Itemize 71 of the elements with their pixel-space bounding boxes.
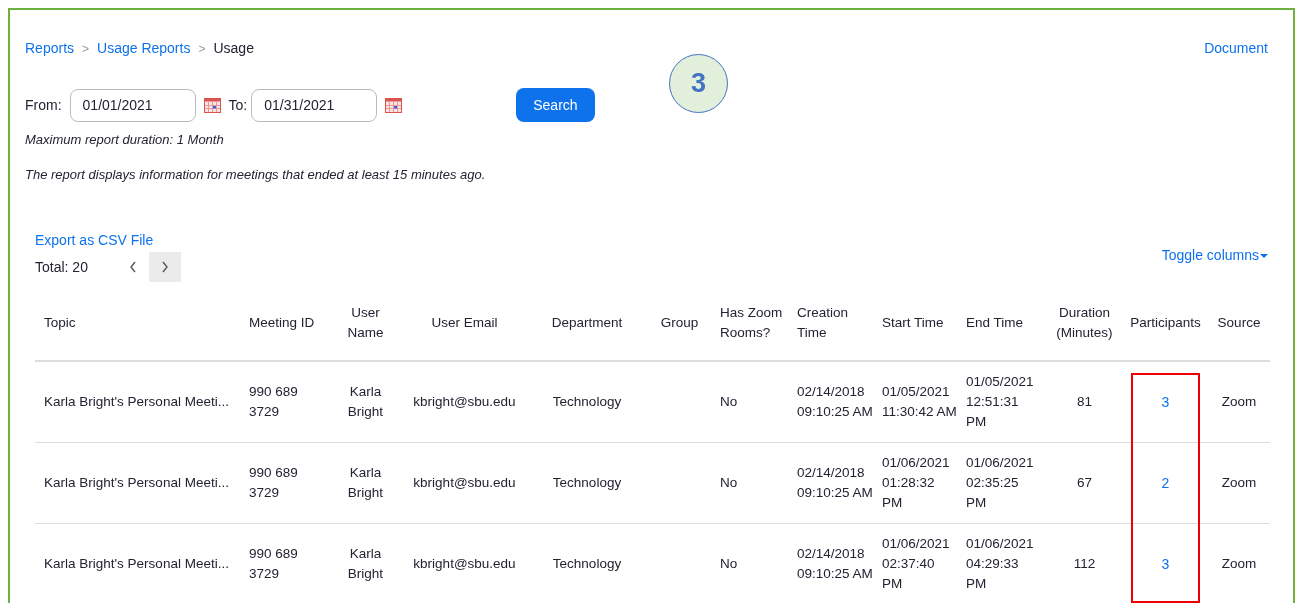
participants-link[interactable]: 3 xyxy=(1161,555,1170,572)
table-cell: No xyxy=(716,523,793,603)
participants-link[interactable]: 3 xyxy=(1161,393,1170,410)
table-cell: 01/06/2021 02:35:25 PM xyxy=(962,442,1046,524)
to-label: To: xyxy=(228,95,248,115)
table-cell: Karla Bright's Personal Meeti... xyxy=(35,361,245,443)
table-cell: 01/05/2021 12:51:31 PM xyxy=(962,361,1046,443)
breadcrumb-link[interactable]: Reports xyxy=(25,38,75,59)
column-header: User Name xyxy=(333,286,398,361)
table-cell: kbright@sbu.edu xyxy=(398,523,531,603)
calendar-icon[interactable] xyxy=(203,97,221,113)
column-header: Start Time xyxy=(878,286,962,361)
to-date-field[interactable]: 01/31/2021 xyxy=(251,88,378,122)
table-cell: 02/14/2018 09:10:25 AM xyxy=(793,442,878,524)
table-cell: Karla Bright xyxy=(333,523,398,603)
table-cell: Technology xyxy=(531,523,643,603)
column-header: Creation Time xyxy=(793,286,878,361)
breadcrumb-separator: > xyxy=(198,40,206,58)
table-cell: 01/06/2021 01:28:32 PM xyxy=(878,442,962,524)
total-count: Total: 20 xyxy=(35,257,89,277)
table-cell: 01/05/2021 11:30:42 AM xyxy=(878,361,962,443)
chevron-right-icon xyxy=(161,261,169,273)
table-cell: Zoom xyxy=(1208,523,1270,603)
calendar-icon[interactable] xyxy=(385,97,403,113)
table-cell: Technology xyxy=(531,361,643,443)
chevron-left-icon xyxy=(129,261,137,273)
table-cell: Technology xyxy=(531,442,643,524)
table-cell: No xyxy=(716,442,793,524)
table-cell: 01/06/2021 02:37:40 PM xyxy=(878,523,962,603)
column-header: Duration (Minutes) xyxy=(1046,286,1123,361)
info-note: The report displays information for meetings that ended at least 15 minutes ago. xyxy=(25,165,487,184)
column-header: Group xyxy=(643,286,716,361)
table-cell: Karla Bright's Personal Meeti... xyxy=(35,442,245,524)
caret-icon xyxy=(1260,254,1268,259)
column-header: Meeting ID xyxy=(245,286,333,361)
step-badge: 3 xyxy=(669,54,728,113)
column-header: Topic xyxy=(35,286,245,361)
table-cell: 02/14/2018 09:10:25 AM xyxy=(793,523,878,603)
column-header: Department xyxy=(531,286,643,361)
table-cell: 112 xyxy=(1046,523,1123,603)
table-cell: 990 689 3729 xyxy=(245,442,333,524)
column-header: User Email xyxy=(398,286,531,361)
document-link[interactable]: Document xyxy=(1204,38,1268,59)
table-cell: kbright@sbu.edu xyxy=(398,442,531,524)
export-csv-link[interactable]: Export as CSV File xyxy=(35,232,154,248)
table-cell: 02/14/2018 09:10:25 AM xyxy=(793,361,878,443)
breadcrumb-current: Usage xyxy=(213,39,254,58)
table-cell: Karla Bright xyxy=(333,442,398,524)
toggle-columns-link[interactable]: Toggle columns xyxy=(1161,245,1268,266)
participants-link[interactable]: 2 xyxy=(1161,474,1170,491)
table-cell: No xyxy=(716,361,793,443)
table-cell: kbright@sbu.edu xyxy=(398,361,531,443)
table-cell: Karla Bright xyxy=(333,361,398,443)
column-header: Source xyxy=(1208,286,1270,361)
info-note: Maximum report duration: 1 Month xyxy=(25,131,225,149)
table-cell: 01/06/2021 04:29:33 PM xyxy=(962,523,1046,603)
table-cell: 67 xyxy=(1046,442,1123,524)
column-header: Has Zoom Rooms? xyxy=(716,286,793,361)
column-header: Participants xyxy=(1123,286,1208,361)
from-date-field[interactable]: 01/01/2021 xyxy=(69,88,196,122)
table-cell: 990 689 3729 xyxy=(245,361,333,443)
table-cell: Karla Bright's Personal Meeti... xyxy=(35,523,245,603)
from-label: From: xyxy=(25,95,62,115)
table-cell: 81 xyxy=(1046,361,1123,443)
table-cell: Zoom xyxy=(1208,442,1270,524)
table-cell: Zoom xyxy=(1208,361,1270,443)
breadcrumb-link[interactable]: Usage Reports xyxy=(97,38,191,59)
table-cell: 990 689 3729 xyxy=(245,523,333,603)
breadcrumb-separator: > xyxy=(82,40,90,58)
column-header: End Time xyxy=(962,286,1046,361)
search-button[interactable]: Search xyxy=(516,88,595,122)
